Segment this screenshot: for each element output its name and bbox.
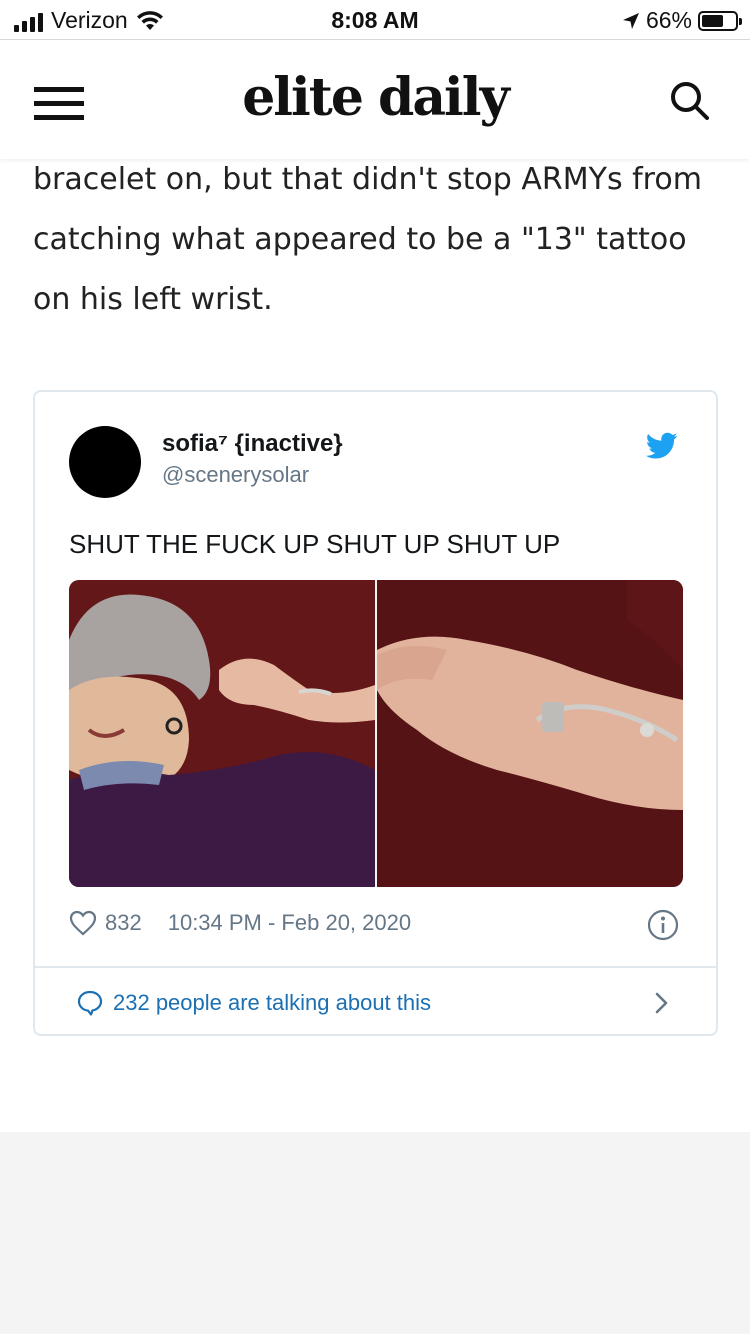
search-icon[interactable] [668, 79, 712, 123]
chevron-right-icon[interactable] [652, 990, 672, 1016]
tweet-photo-left[interactable] [69, 580, 375, 887]
conversation-text[interactable]: 232 people are talking about this [113, 990, 431, 1016]
avatar[interactable] [69, 426, 141, 498]
battery-level [702, 14, 724, 27]
tweet-meta: 832 10:34 PM - Feb 20, 2020 [69, 910, 411, 936]
twitter-bird-icon[interactable] [646, 432, 678, 460]
tweet-timestamp[interactable]: 10:34 PM - Feb 20, 2020 [168, 910, 411, 936]
page-footer-area [0, 1132, 750, 1334]
article-paragraph: bracelet on, but that didn't stop ARMYs … [33, 150, 723, 330]
battery-icon [698, 10, 742, 31]
tweet-conversation-link[interactable]: 232 people are talking about this [77, 990, 431, 1016]
embedded-tweet[interactable]: sofia⁷ {inactive} @scenerysolar SHUT THE… [33, 390, 718, 1036]
status-bar: Verizon 8:08 AM 66% [0, 0, 750, 40]
battery-percent: 66% [645, 7, 692, 33]
article-line: bracelet on, but that didn't stop ARMYs … [33, 162, 702, 197]
site-header: elite daily [0, 41, 750, 159]
site-logo[interactable]: elite daily [0, 67, 750, 128]
tweet-author-name[interactable]: sofia⁷ {inactive} [162, 430, 343, 458]
tweet-author-handle[interactable]: @scenerysolar [162, 462, 309, 488]
tweet-divider [35, 966, 716, 968]
heart-icon[interactable] [69, 910, 97, 936]
tweet-photo-right[interactable] [377, 580, 683, 887]
article-line: on his left wrist. [33, 282, 273, 317]
article-line: catching what appeared to be a "13" tatt… [33, 222, 687, 257]
tweet-text: SHUT THE FUCK UP SHUT UP SHUT UP [69, 529, 561, 559]
location-arrow-icon [622, 12, 639, 29]
status-right: 66% [622, 7, 742, 34]
speech-bubble-icon [77, 990, 103, 1016]
info-icon[interactable] [646, 908, 680, 942]
tweet-media[interactable] [69, 580, 683, 887]
like-count[interactable]: 832 [105, 910, 142, 936]
